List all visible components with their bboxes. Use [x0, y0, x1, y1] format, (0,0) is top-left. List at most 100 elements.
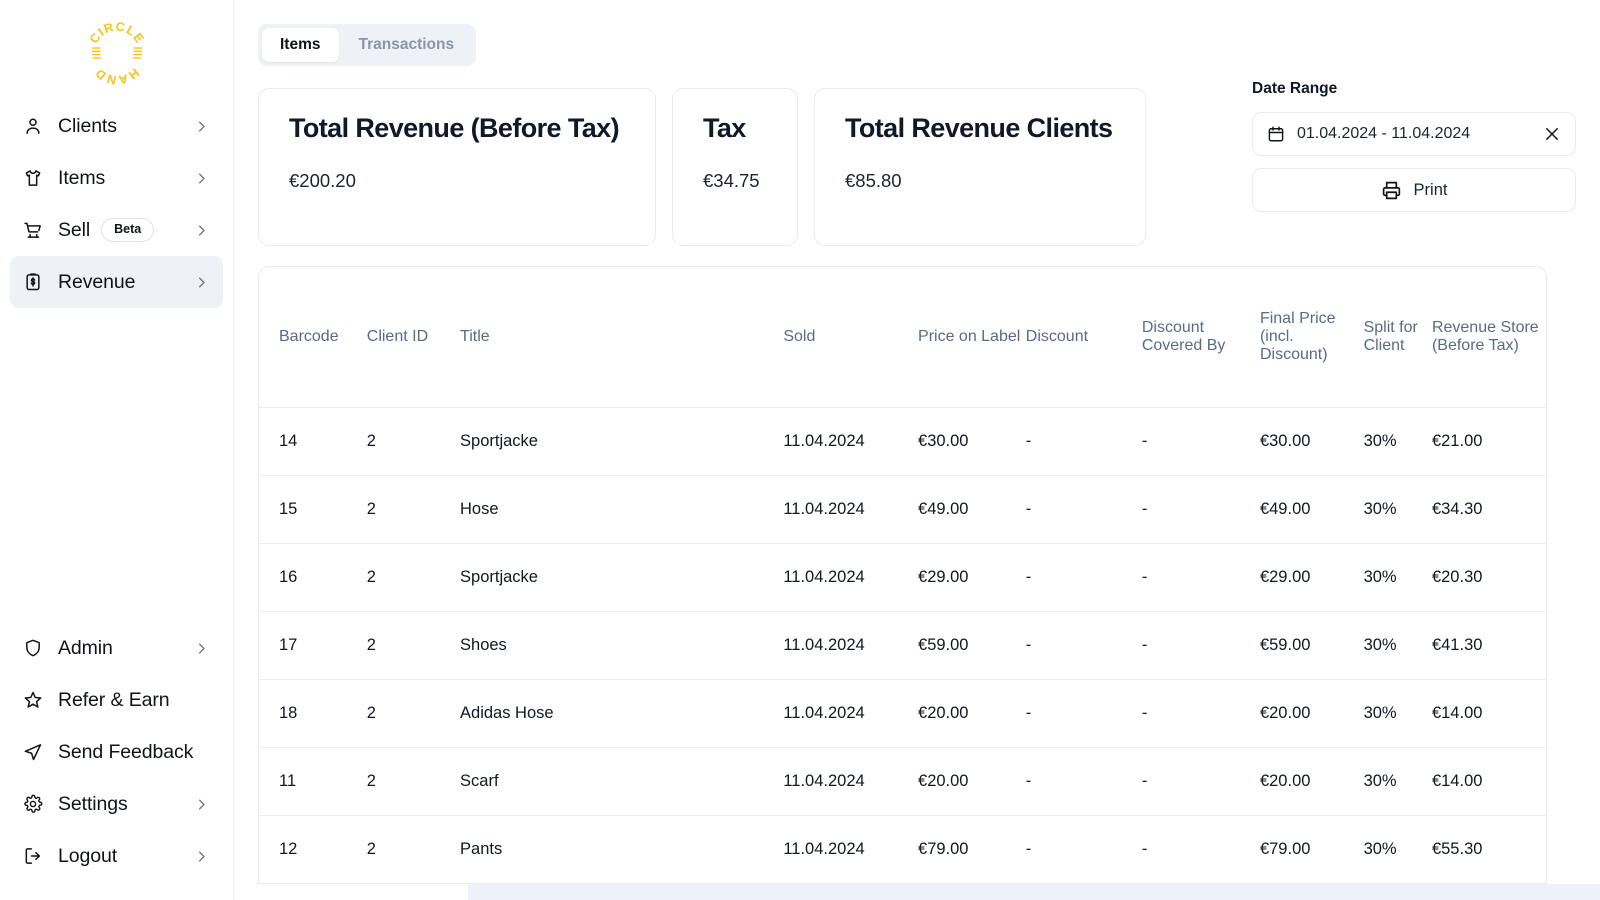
cell-final-price: €20.00 — [1259, 747, 1364, 816]
cell-split-for-client: 30% — [1363, 543, 1432, 612]
table-row[interactable]: 12 2 Pants 11.04.2024 €79.00 - - €79.00 30% €55.3… — [259, 815, 1546, 883]
calendar-icon — [1267, 125, 1285, 143]
cell-barcode: 14 — [259, 407, 367, 476]
beta-badge: Beta — [101, 218, 155, 242]
col-header-barcode[interactable]: Barcode — [259, 267, 367, 408]
cell-sold: 11.04.2024 — [783, 543, 919, 612]
cell-sold: 11.04.2024 — [783, 679, 919, 748]
printer-icon — [1381, 180, 1402, 201]
cart-icon — [22, 219, 44, 241]
card-title: Total Revenue Clients — [845, 113, 1113, 143]
col-header-sold[interactable]: Sold — [783, 267, 919, 408]
table-row[interactable]: 11 2 Scarf 11.04.2024 €20.00- - €20.00 30% €14.0… — [259, 747, 1546, 816]
chevron-right-icon — [194, 275, 209, 290]
send-icon — [22, 741, 44, 763]
table-row[interactable]: 14 2 Sportjacke 11.04.2024 €30.00- - €30.00 30%… — [259, 407, 1546, 476]
svg-text:CIRCLE: CIRCLE — [86, 20, 146, 47]
cell-client-id: 2 — [366, 679, 461, 748]
sidebar-item-label: Refer & Earn — [58, 688, 170, 711]
date-range-label: Date Range — [1252, 80, 1338, 97]
table-row[interactable]: 15 2 Hose 11.04.2024 €49.00- - €49.00 30% €34.30 — [259, 475, 1546, 544]
cell-final-price: €20.00 — [1259, 679, 1364, 748]
cell-discount-covered-by: - — [1141, 839, 1148, 858]
sidebar-nav-primary: Clients Items Sell Beta Revenue — [0, 100, 233, 308]
sidebar-item-admin[interactable]: Admin — [10, 622, 223, 674]
cell-client-id: 2 — [366, 475, 461, 544]
sidebar-item-clients[interactable]: Clients — [10, 100, 223, 152]
cell-title: Pants — [460, 839, 503, 858]
date-range-value: 01.04.2024 - 11.04.2024 — [1297, 125, 1471, 142]
sidebar-item-sell[interactable]: Sell Beta — [10, 204, 223, 256]
cell-discount-covered-by: - — [1141, 747, 1260, 816]
tab-transactions[interactable]: Transactions — [341, 28, 473, 62]
cell-title: Adidas Hose — [460, 679, 784, 748]
table-header-row: Barcode Client ID Title Sold Price on La… — [259, 267, 1546, 408]
print-button[interactable]: Print — [1252, 168, 1576, 212]
cell-price-on-label: €30.00 — [918, 407, 1026, 476]
table-head: Barcode Client ID Title Sold Price on La… — [259, 267, 1546, 408]
close-icon[interactable] — [1543, 125, 1561, 143]
cell-barcode: 11 — [259, 747, 367, 816]
gear-icon — [22, 793, 44, 815]
tab-items[interactable]: Items — [262, 28, 339, 62]
cell-split-for-client: 30% — [1363, 611, 1432, 680]
cell-discount: - — [1025, 747, 1142, 816]
cell-price-on-label: €49.00 — [918, 475, 1026, 544]
cell-price-on-label: €29.00 — [918, 543, 1026, 612]
card-tax: Tax €34.75 — [672, 88, 798, 246]
sidebar-item-logout[interactable]: Logout — [10, 830, 223, 882]
date-range-input[interactable]: 01.04.2024 - 11.04.2024 — [1252, 112, 1576, 156]
sidebar-item-refer-and-earn[interactable]: Refer & Earn — [10, 674, 223, 726]
cell-revenue-store: €55.30 — [1431, 839, 1483, 858]
cell-discount-covered-by: - — [1141, 611, 1260, 680]
sidebar-item-send-feedback[interactable]: Send Feedback — [10, 726, 223, 778]
col-header-title[interactable]: Title — [460, 267, 784, 408]
sidebar-item-label: Send Feedback — [58, 740, 194, 763]
cell-split-for-client: 30% — [1363, 679, 1432, 748]
col-header-discount[interactable]: Discount — [1025, 267, 1142, 408]
chevron-right-icon — [194, 223, 209, 238]
horizontal-scrollbar[interactable] — [468, 884, 1600, 900]
col-header-client-id[interactable]: Client ID — [366, 267, 461, 408]
sidebar-item-revenue[interactable]: Revenue — [10, 256, 223, 308]
card-total-revenue-before-tax: Total Revenue (Before Tax) €200.20 — [258, 88, 656, 246]
cell-final-price: €49.00 — [1259, 475, 1364, 544]
table-row[interactable]: 17 2 Shoes 11.04.2024 €59.00- - €59.00 30% €41.3… — [259, 611, 1546, 680]
sidebar: CIRCLE HAND Clients Items Sell Beta Reve… — [0, 0, 234, 900]
view-tabs: Items Transactions — [258, 24, 477, 66]
cell-final-price: €79.00 — [1259, 839, 1311, 858]
col-header-final-price[interactable]: Final Price (incl. Discount) — [1259, 267, 1364, 408]
cell-revenue-store: €41.30 — [1431, 611, 1546, 680]
brand-logo[interactable]: CIRCLE HAND — [0, 14, 233, 90]
table-body: 14 2 Sportjacke 11.04.2024 €30.00- - €30.00 30%… — [259, 407, 1546, 883]
app-root: CIRCLE HAND Clients Items Sell Beta Reve… — [0, 0, 1600, 900]
cell-title: Sportjacke — [460, 407, 784, 476]
chevron-right-icon — [194, 797, 209, 812]
cell-split-for-client: 30% — [1363, 475, 1432, 544]
cell-title: Sportjacke — [460, 543, 784, 612]
cell-barcode: 12 — [279, 839, 298, 858]
sidebar-item-items[interactable]: Items — [10, 152, 223, 204]
col-header-revenue-store[interactable]: Revenue Store (Before Tax) — [1431, 267, 1546, 408]
col-header-discount-covered-by[interactable]: Discount Covered By — [1141, 267, 1260, 408]
card-title: Total Revenue (Before Tax) — [289, 113, 620, 143]
tshirt-icon — [22, 167, 44, 189]
cell-barcode: 18 — [259, 679, 367, 748]
card-value: €85.80 — [845, 170, 902, 191]
cell-discount-covered-by: - — [1141, 543, 1260, 612]
cell-discount: - — [1025, 543, 1142, 612]
cell-barcode: 17 — [259, 611, 367, 680]
col-header-split-for-client[interactable]: Split for Client — [1363, 267, 1432, 408]
cell-title: Shoes — [460, 611, 784, 680]
cell-price-on-label: €79.00 — [918, 839, 969, 858]
sidebar-item-settings[interactable]: Settings — [10, 778, 223, 830]
revenue-table-card: Barcode Client ID Title Sold Price on La… — [258, 266, 1547, 884]
cell-price-on-label: €20.00 — [918, 747, 1026, 816]
sidebar-item-label: Settings — [58, 792, 128, 815]
print-button-label: Print — [1413, 180, 1448, 199]
cell-price-on-label: €20.00 — [918, 679, 1026, 748]
table-row[interactable]: 16 2 Sportjacke 11.04.2024 €29.00- - €29.00 30%… — [259, 543, 1546, 612]
col-header-price-on-label[interactable]: Price on Label — [918, 267, 1026, 408]
table-row[interactable]: 18 2 Adidas Hose 11.04.2024 €20.00- - €20.00 30… — [259, 679, 1546, 748]
cell-discount-covered-by: - — [1141, 475, 1260, 544]
